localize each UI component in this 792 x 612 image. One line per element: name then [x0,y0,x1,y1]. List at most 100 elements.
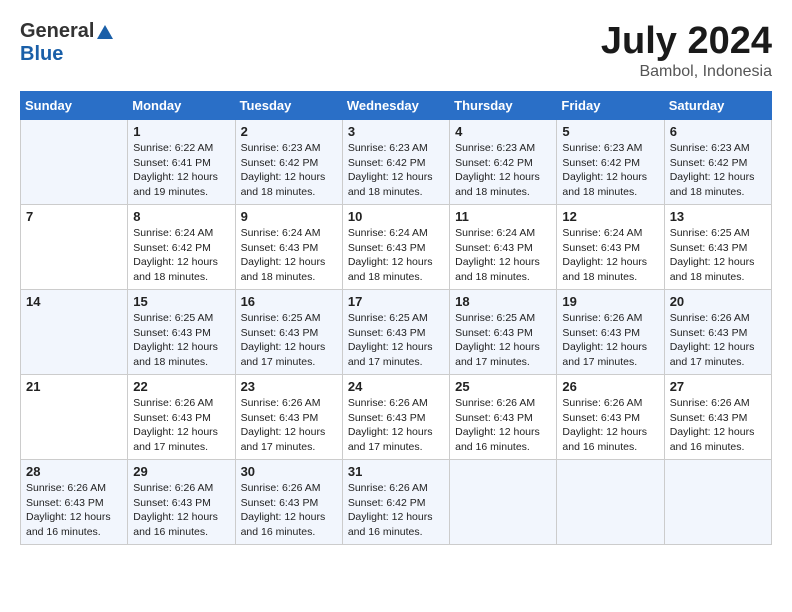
calendar-cell: 26 Sunrise: 6:26 AM Sunset: 6:43 PM Dayli… [557,375,664,460]
day-info: Sunrise: 6:24 AM Sunset: 6:43 PM Dayligh… [562,226,658,285]
day-number: 7 [26,209,122,224]
calendar-cell: 4Sunrise: 6:23 AM Sunset: 6:42 PM Daylig… [450,120,557,205]
calendar-cell: 17 Sunrise: 6:25 AM Sunset: 6:43 PM Dayli… [342,290,449,375]
calendar-cell: 24Sunrise: 6:26 AM Sunset: 6:43 PM Dayli… [342,375,449,460]
day-info: Sunrise: 6:22 AM Sunset: 6:41 PM Dayligh… [133,141,229,200]
calendar-cell: 10 Sunrise: 6:24 AM Sunset: 6:43 PM Dayli… [342,205,449,290]
calendar-cell: 5 Sunrise: 6:23 AM Sunset: 6:42 PM Daylig… [557,120,664,205]
day-number: 16 [241,294,337,309]
title-block: July 2024 Bambol, Indonesia [601,20,772,81]
calendar-cell: 1 Sunrise: 6:22 AM Sunset: 6:41 PM Daylig… [128,120,235,205]
calendar-cell: 30Sunrise: 6:26 AM Sunset: 6:43 PM Dayli… [235,460,342,545]
calendar-week-row: 1415Sunrise: 6:25 AM Sunset: 6:43 PM Day… [21,290,772,375]
calendar-title: July 2024 [601,20,772,63]
calendar-cell [664,460,771,545]
day-number: 18 [455,294,551,309]
day-info: Sunrise: 6:26 AM Sunset: 6:43 PM Dayligh… [670,396,766,455]
calendar-cell: 12 Sunrise: 6:24 AM Sunset: 6:43 PM Dayli… [557,205,664,290]
day-number: 22 [133,379,229,394]
day-number: 27 [670,379,766,394]
day-number: 5 [562,124,658,139]
calendar-cell: 11 Sunrise: 6:24 AM Sunset: 6:43 PM Dayli… [450,205,557,290]
day-number: 8 [133,209,229,224]
calendar-cell: 8 Sunrise: 6:24 AM Sunset: 6:42 PM Daylig… [128,205,235,290]
calendar-cell: 28Sunrise: 6:26 AM Sunset: 6:43 PM Dayli… [21,460,128,545]
day-number: 20 [670,294,766,309]
calendar-cell: 14 [21,290,128,375]
logo-icon [96,23,114,41]
day-info: Sunrise: 6:23 AM Sunset: 6:42 PM Dayligh… [348,141,444,200]
day-number: 28 [26,464,122,479]
calendar-week-row: 1 Sunrise: 6:22 AM Sunset: 6:41 PM Daylig… [21,120,772,205]
day-info: Sunrise: 6:26 AM Sunset: 6:43 PM Dayligh… [562,396,658,455]
day-info: Sunrise: 6:26 AM Sunset: 6:43 PM Dayligh… [133,481,229,540]
calendar-cell: 7 [21,205,128,290]
calendar-cell: 22 Sunrise: 6:26 AM Sunset: 6:43 PM Dayli… [128,375,235,460]
calendar-header-row: SundayMondayTuesdayWednesdayThursdayFrid… [21,92,772,120]
calendar-cell: 31Sunrise: 6:26 AM Sunset: 6:42 PM Dayli… [342,460,449,545]
calendar-cell: 9 Sunrise: 6:24 AM Sunset: 6:43 PM Daylig… [235,205,342,290]
day-info: Sunrise: 6:23 AM Sunset: 6:42 PM Dayligh… [241,141,337,200]
calendar-cell: 25Sunrise: 6:26 AM Sunset: 6:43 PM Dayli… [450,375,557,460]
day-number: 17 [348,294,444,309]
column-header-tuesday: Tuesday [235,92,342,120]
day-number: 12 [562,209,658,224]
logo: General Blue [20,20,114,66]
day-info: Sunrise: 6:25 AM Sunset: 6:43 PM Dayligh… [348,311,444,370]
calendar-cell: 20 Sunrise: 6:26 AM Sunset: 6:43 PM Dayli… [664,290,771,375]
calendar-cell: 16 Sunrise: 6:25 AM Sunset: 6:43 PM Dayli… [235,290,342,375]
column-header-thursday: Thursday [450,92,557,120]
page-header: General Blue July 2024 Bambol, Indonesia [20,20,772,81]
day-info: Sunrise: 6:24 AM Sunset: 6:43 PM Dayligh… [348,226,444,285]
column-header-friday: Friday [557,92,664,120]
day-number: 24 [348,379,444,394]
day-number: 10 [348,209,444,224]
calendar-cell: 13 Sunrise: 6:25 AM Sunset: 6:43 PM Dayli… [664,205,771,290]
day-number: 30 [241,464,337,479]
day-info: Sunrise: 6:23 AM Sunset: 6:42 PM Dayligh… [562,141,658,200]
calendar-cell [21,120,128,205]
day-number: 23 [241,379,337,394]
calendar-cell [557,460,664,545]
day-info: Sunrise: 6:26 AM Sunset: 6:43 PM Dayligh… [133,396,229,455]
day-number: 13 [670,209,766,224]
calendar-cell: 18Sunrise: 6:25 AM Sunset: 6:43 PM Dayli… [450,290,557,375]
calendar-week-row: 21 22 Sunrise: 6:26 AM Sunset: 6:43 PM Day… [21,375,772,460]
logo-text-general: General [20,20,94,43]
day-info: Sunrise: 6:24 AM Sunset: 6:42 PM Dayligh… [133,226,229,285]
day-number: 2 [241,124,337,139]
day-info: Sunrise: 6:26 AM Sunset: 6:42 PM Dayligh… [348,481,444,540]
calendar-week-row: 78 Sunrise: 6:24 AM Sunset: 6:42 PM Dayli… [21,205,772,290]
day-info: Sunrise: 6:24 AM Sunset: 6:43 PM Dayligh… [241,226,337,285]
day-info: Sunrise: 6:26 AM Sunset: 6:43 PM Dayligh… [241,396,337,455]
calendar-cell: 27 Sunrise: 6:26 AM Sunset: 6:43 PM Dayli… [664,375,771,460]
day-number: 4 [455,124,551,139]
calendar-cell: 21 [21,375,128,460]
calendar-week-row: 28 Sunrise: 6:26 AM Sunset: 6:43 PM Dayli… [21,460,772,545]
column-header-saturday: Saturday [664,92,771,120]
day-info: Sunrise: 6:23 AM Sunset: 6:42 PM Dayligh… [670,141,766,200]
day-number: 11 [455,209,551,224]
day-number: 9 [241,209,337,224]
calendar-cell: 23 Sunrise: 6:26 AM Sunset: 6:43 PM Dayli… [235,375,342,460]
column-header-wednesday: Wednesday [342,92,449,120]
day-number: 3 [348,124,444,139]
day-number: 29 [133,464,229,479]
day-number: 1 [133,124,229,139]
day-number: 15 [133,294,229,309]
day-info: Sunrise: 6:26 AM Sunset: 6:43 PM Dayligh… [455,396,551,455]
day-number: 19 [562,294,658,309]
calendar-cell: 15Sunrise: 6:25 AM Sunset: 6:43 PM Dayli… [128,290,235,375]
day-info: Sunrise: 6:25 AM Sunset: 6:43 PM Dayligh… [670,226,766,285]
calendar-cell [450,460,557,545]
day-info: Sunrise: 6:26 AM Sunset: 6:43 PM Dayligh… [562,311,658,370]
day-number: 26 [562,379,658,394]
day-info: Sunrise: 6:24 AM Sunset: 6:43 PM Dayligh… [455,226,551,285]
day-info: Sunrise: 6:26 AM Sunset: 6:43 PM Dayligh… [670,311,766,370]
day-number: 21 [26,379,122,394]
calendar-cell: 2 Sunrise: 6:23 AM Sunset: 6:42 PM Daylig… [235,120,342,205]
day-info: Sunrise: 6:25 AM Sunset: 6:43 PM Dayligh… [241,311,337,370]
calendar-cell: 3 Sunrise: 6:23 AM Sunset: 6:42 PM Daylig… [342,120,449,205]
column-header-monday: Monday [128,92,235,120]
calendar-cell: 19 Sunrise: 6:26 AM Sunset: 6:43 PM Dayli… [557,290,664,375]
